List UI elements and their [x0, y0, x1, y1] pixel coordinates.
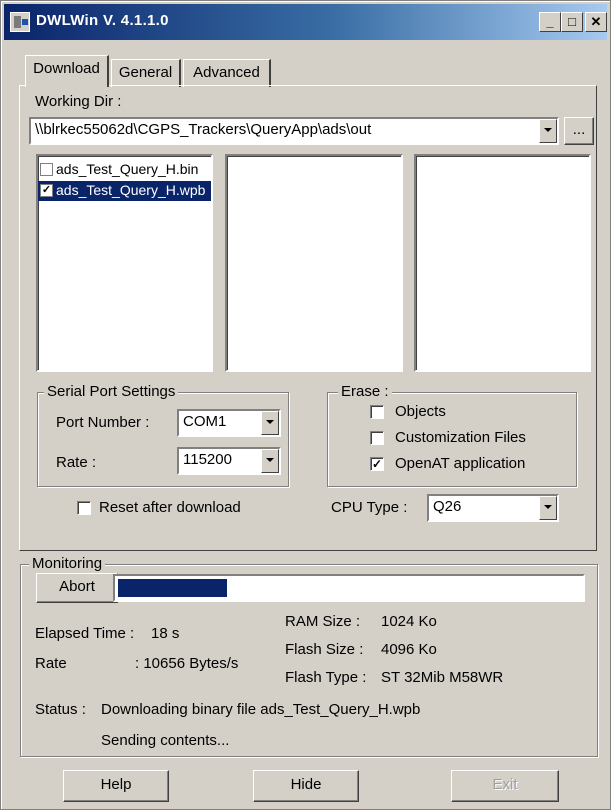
title-bar[interactable]: DWLWin V. 4.1.1.0 _ □ ✕: [4, 4, 607, 40]
close-button[interactable]: ✕: [585, 12, 607, 32]
hide-label: Hide: [290, 776, 322, 793]
browse-button[interactable]: ...: [564, 117, 594, 145]
reset-after-download-checkbox[interactable]: [77, 501, 91, 515]
chevron-down-icon[interactable]: [539, 119, 557, 143]
tab-advanced[interactable]: Advanced: [183, 59, 271, 87]
flash-type-value: ST 32Mib M58WR: [381, 669, 504, 686]
erase-openat-checkbox[interactable]: ✓: [370, 457, 384, 471]
erase-objects-checkbox[interactable]: [370, 405, 384, 419]
tab-general[interactable]: General: [111, 59, 181, 87]
elapsed-time-label: Elapsed Time :: [35, 625, 135, 642]
list-item-selected[interactable]: ✓ ads_Test_Query_H.wpb: [38, 181, 211, 201]
status-detail: Sending contents...: [101, 732, 230, 749]
exit-button[interactable]: Exit: [451, 770, 559, 802]
file-checkbox[interactable]: [40, 163, 53, 176]
file-list-2[interactable]: [225, 154, 403, 372]
cpu-type-label: CPU Type :: [331, 499, 408, 516]
port-number-select[interactable]: COM1: [177, 409, 281, 437]
serial-port-legend: Serial Port Settings: [44, 383, 179, 400]
rate-label: Rate :: [56, 454, 97, 471]
minimize-button[interactable]: _: [539, 12, 561, 32]
ram-size-label: RAM Size :: [285, 613, 361, 630]
file-list-1[interactable]: ads_Test_Query_H.bin ✓ ads_Test_Query_H.…: [36, 154, 213, 372]
progress-fill: [118, 579, 228, 597]
status-message: Downloading binary file ads_Test_Query_H…: [101, 701, 421, 718]
list-item[interactable]: ads_Test_Query_H.bin: [38, 160, 211, 180]
tab-general-label: General: [118, 64, 173, 81]
port-number-value: COM1: [183, 413, 227, 430]
flash-size-label: Flash Size :: [285, 641, 364, 658]
transfer-rate-value: : 10656 Bytes/s: [135, 655, 239, 672]
port-number-label: Port Number :: [56, 414, 150, 431]
help-label: Help: [100, 776, 132, 793]
chevron-down-icon[interactable]: [261, 411, 279, 435]
tab-advanced-label: Advanced: [193, 64, 260, 81]
status-label: Status :: [35, 701, 86, 718]
ram-size-value: 1024 Ko: [381, 613, 437, 630]
maximize-button[interactable]: □: [561, 12, 583, 32]
working-dir-combo[interactable]: \\blrkec55062d\CGPS_Trackers\QueryApp\ad…: [29, 117, 559, 145]
erase-openat-label: OpenAT application: [395, 455, 526, 472]
abort-label: Abort: [59, 578, 95, 595]
tab-download-label: Download: [33, 60, 100, 77]
file-name: ads_Test_Query_H.bin: [56, 161, 199, 177]
file-checkbox-checked[interactable]: ✓: [40, 184, 53, 197]
working-dir-label: Working Dir :: [35, 93, 122, 110]
chevron-down-icon[interactable]: [261, 449, 279, 473]
file-name: ads_Test_Query_H.wpb: [56, 182, 206, 198]
reset-after-download-label: Reset after download: [99, 499, 241, 516]
erase-customization-checkbox[interactable]: [370, 431, 384, 445]
erase-objects-label: Objects: [395, 403, 446, 420]
tab-download[interactable]: Download: [25, 55, 109, 87]
browse-label: ...: [572, 121, 586, 138]
erase-legend: Erase :: [338, 383, 392, 400]
help-button[interactable]: Help: [63, 770, 169, 802]
dwlwin-window: DWLWin V. 4.1.1.0 _ □ ✕ Download General…: [0, 0, 611, 810]
working-dir-value: \\blrkec55062d\CGPS_Trackers\QueryApp\ad…: [35, 121, 372, 138]
elapsed-time-value: 18 s: [151, 625, 180, 642]
transfer-rate-label: Rate: [35, 655, 67, 672]
abort-button[interactable]: Abort: [36, 573, 118, 603]
flash-type-label: Flash Type :: [285, 669, 367, 686]
window-title: DWLWin V. 4.1.1.0: [36, 12, 169, 29]
cpu-type-select[interactable]: Q26: [427, 494, 559, 522]
app-icon: [10, 12, 30, 32]
erase-customization-label: Customization Files: [395, 429, 526, 446]
rate-value: 115200: [183, 451, 232, 468]
monitoring-legend: Monitoring: [29, 555, 106, 572]
flash-size-value: 4096 Ko: [381, 641, 437, 658]
download-progress-bar: [113, 574, 585, 602]
file-list-3[interactable]: [414, 154, 591, 372]
exit-label: Exit: [492, 776, 518, 793]
hide-button[interactable]: Hide: [253, 770, 359, 802]
chevron-down-icon[interactable]: [539, 496, 557, 520]
cpu-type-value: Q26: [433, 498, 462, 515]
rate-select[interactable]: 115200: [177, 447, 281, 475]
